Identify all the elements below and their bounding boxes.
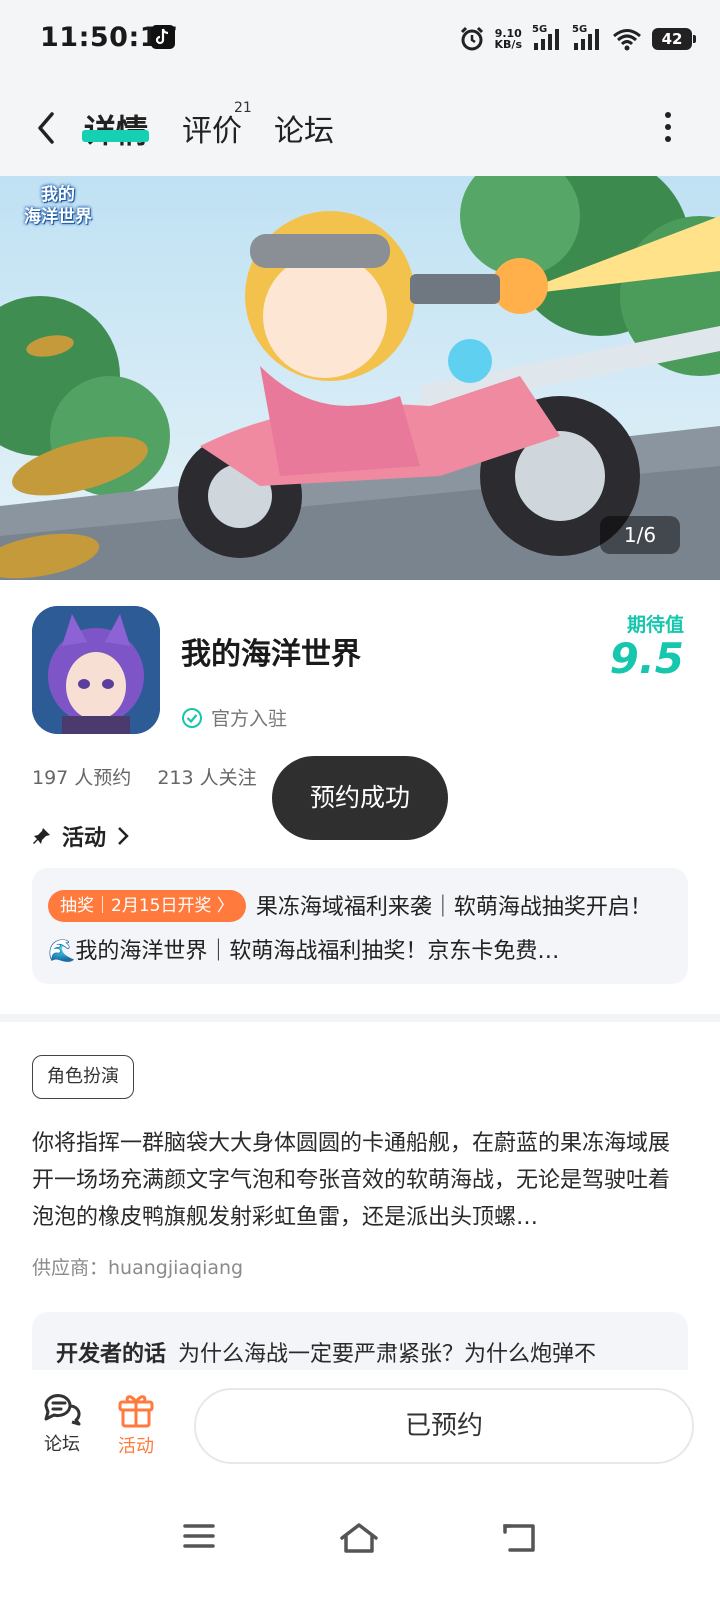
back-icon[interactable]	[502, 1522, 538, 1554]
forum-button[interactable]: 论坛	[32, 1392, 92, 1456]
reservation-count: 197 人预约	[32, 767, 132, 789]
tab-details[interactable]: 详情	[84, 106, 148, 152]
game-logo: 我的 海洋世界	[24, 185, 92, 227]
section-divider	[0, 1014, 720, 1022]
tab-reviews[interactable]: 评价	[182, 106, 242, 150]
activity-section-link[interactable]: 活动	[32, 820, 130, 852]
app-stats: 197 人预约 213 人关注	[32, 763, 257, 790]
activity-button[interactable]: 活动	[106, 1392, 166, 1458]
signal-label: 5G	[532, 24, 548, 35]
status-icons: 9.10 KB/s 5G 5G 42	[459, 22, 696, 56]
lottery-tag[interactable]: 抽奖｜2月15日开奖 〉	[48, 890, 246, 922]
activity-title: 活动	[62, 826, 107, 851]
alarm-icon	[460, 26, 483, 51]
net-speed-unit: KB/s	[494, 38, 522, 51]
gift-icon	[118, 1395, 154, 1428]
wifi-icon	[613, 29, 641, 51]
menu-icon[interactable]	[182, 1522, 216, 1550]
verified-check-icon	[182, 707, 202, 728]
reviews-count-badge: 21	[234, 100, 252, 116]
developer-note-text: 为什么海战一定要严肃紧张？为什么炮弹不	[178, 1342, 597, 1367]
activity-card[interactable]: 抽奖｜2月15日开奖 〉果冻海域福利来袭｜软萌海战抽奖开启！ 🌊我的海洋世界｜软…	[32, 868, 688, 984]
tab-forum[interactable]: 论坛	[274, 106, 334, 150]
pin-icon	[33, 828, 50, 844]
official-badge: 官方入驻	[181, 704, 287, 731]
signal-label: 5G	[572, 24, 588, 35]
reservation-success-toast: 预约成功	[272, 756, 448, 840]
more-options-icon[interactable]	[664, 112, 672, 144]
activity-content: 抽奖｜2月15日开奖 〉果冻海域福利来袭｜软萌海战抽奖开启！ 🌊我的海洋世界｜软…	[48, 886, 668, 974]
genre-tag[interactable]: 角色扮演	[32, 1055, 134, 1099]
game-description[interactable]: 你将指挥一群脑袋大大身体圆圆的卡通船舰，在蔚蓝的果冻海域展开一场场充满颜文字气泡…	[32, 1125, 688, 1236]
expect-score: 9.5	[609, 634, 684, 683]
supplier-info: 供应商：huangjiaqiang	[32, 1257, 244, 1279]
home-icon[interactable]	[338, 1522, 380, 1554]
banner-pager: 1/6	[600, 516, 680, 554]
top-nav: 详情 评价 论坛	[0, 78, 720, 176]
bottom-action-bar: 论坛 活动 已预约	[0, 1370, 720, 1480]
signal-icon: 5G	[532, 24, 562, 52]
app-name: 我的海洋世界	[181, 637, 361, 672]
reserved-button[interactable]: 已预约	[194, 1388, 694, 1464]
app-icon	[32, 606, 160, 734]
active-tab-indicator	[82, 130, 149, 142]
developer-note-title: 开发者的话	[56, 1342, 167, 1367]
developer-note: 开发者的话 为什么海战一定要严肃紧张？为什么炮弹不	[56, 1336, 596, 1368]
official-label: 官方入驻	[211, 708, 288, 730]
follower-count: 213 人关注	[157, 767, 257, 789]
system-nav-bar	[0, 1480, 720, 1600]
chevron-right-icon	[118, 827, 129, 845]
net-speed: 9.10 KB/s	[495, 28, 522, 50]
signal-icon: 5G	[572, 24, 602, 52]
expect-label: 期待值	[626, 614, 684, 636]
status-bar: 11:50:17 9.10 KB/s 5G 5G 42	[0, 0, 720, 78]
activity-label: 活动	[118, 1436, 154, 1457]
forum-label: 论坛	[44, 1434, 80, 1455]
tiktok-icon	[151, 25, 175, 49]
forum-chat-icon	[44, 1394, 81, 1426]
battery-icon: 42	[652, 28, 696, 50]
back-arrow-icon[interactable]	[32, 108, 62, 148]
